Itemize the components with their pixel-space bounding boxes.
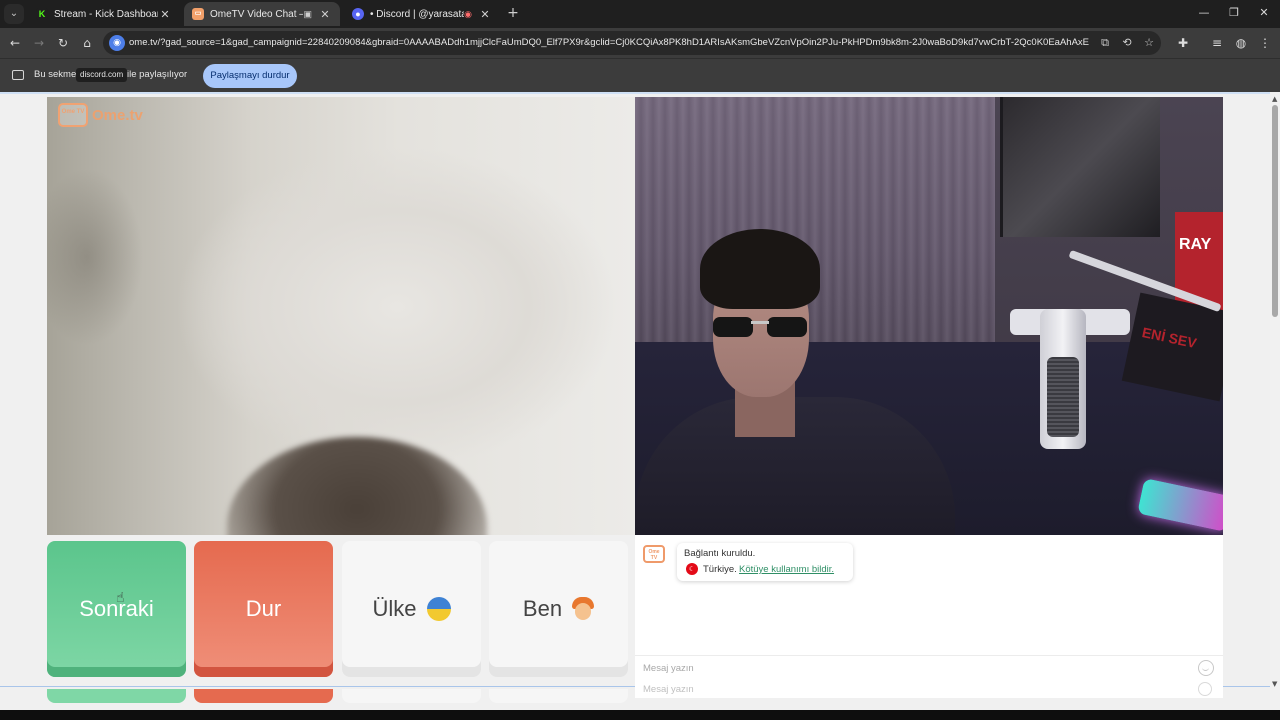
close-tab-icon[interactable]: ✕ bbox=[318, 8, 332, 21]
stop-label: Dur bbox=[245, 596, 282, 621]
restore-icon[interactable]: ❐ bbox=[1224, 6, 1244, 19]
blur-shadow bbox=[47, 137, 167, 397]
url-text[interactable]: ome.tv/?gad_source=1&gad_campaignid=2284… bbox=[129, 31, 1089, 55]
country-label: Ülke bbox=[372, 596, 417, 621]
screen-share-icon bbox=[12, 70, 24, 80]
close-window-icon[interactable]: ✕ bbox=[1254, 6, 1274, 19]
stop-sharing-button[interactable]: Paylaşmayı durdur bbox=[203, 64, 297, 88]
curtain bbox=[635, 97, 995, 347]
media-controls-icon[interactable]: ≡ bbox=[1209, 35, 1225, 51]
scroll-thumb[interactable] bbox=[1272, 105, 1278, 317]
toolbar: ← → ↻ ⌂ ◉ ome.tv/?gad_source=1&gad_campa… bbox=[0, 28, 1280, 58]
scroll-up-icon[interactable]: ▲ bbox=[1272, 95, 1277, 103]
site-info-icon[interactable]: ◉ bbox=[109, 35, 125, 51]
message-input[interactable] bbox=[643, 656, 1183, 680]
discord-icon: ● bbox=[352, 8, 364, 20]
share-site-chip: discord.com bbox=[76, 68, 128, 82]
tab-discord[interactable]: ● • Discord | @yarasata ◉ ✕ bbox=[344, 2, 500, 26]
forward-icon[interactable]: → bbox=[31, 35, 47, 51]
tv-logo-icon: Ome TV bbox=[58, 103, 88, 127]
partner-country: Türkiye. bbox=[703, 564, 737, 575]
local-video: Ome TV Ome.tv bbox=[47, 97, 635, 535]
emoji-picker-icon[interactable] bbox=[1198, 660, 1214, 676]
me-label: Ben bbox=[522, 596, 563, 621]
tab-search-menu-button[interactable]: ⌄ bbox=[4, 4, 24, 24]
system-message: Bağlantı kuruldu. ☾ Türkiye. Kötüye kull… bbox=[677, 543, 853, 581]
next-button[interactable]: Sonraki bbox=[47, 541, 186, 677]
recording-icon: ◉ bbox=[464, 8, 472, 19]
home-icon[interactable]: ⌂ bbox=[79, 35, 95, 51]
local-user-head bbox=[227, 437, 487, 535]
tab-strip: ⌄ K Stream - Kick Dashboard ✕ ▭ OmeTV Vi… bbox=[0, 0, 1280, 28]
back-icon[interactable]: ← bbox=[7, 35, 23, 51]
ometv-logo[interactable]: Ome TV Ome.tv bbox=[58, 103, 143, 127]
message-bar-ghost: Mesaj yazın bbox=[635, 682, 1223, 698]
person-hair bbox=[700, 229, 820, 309]
logo-text: Ome.tv bbox=[92, 106, 143, 124]
stop-button[interactable]: Dur bbox=[194, 541, 333, 677]
tab-title: Stream - Kick Dashboard bbox=[54, 8, 158, 20]
country-button-ghost bbox=[342, 689, 481, 703]
tab-ometv[interactable]: ▭ OmeTV Video Chat — Ome ▣ ✕ bbox=[184, 2, 340, 26]
bookmark-star-icon[interactable]: ☆ bbox=[1141, 35, 1157, 51]
ghost-emoji-icon bbox=[1198, 682, 1212, 696]
remote-video: RAY ENİ SEV bbox=[635, 97, 1223, 535]
kick-icon: K bbox=[36, 8, 48, 20]
reload-icon[interactable]: ↻ bbox=[55, 35, 71, 51]
country-filter-button[interactable]: Ülke bbox=[342, 541, 481, 677]
next-button-ghost bbox=[47, 689, 186, 703]
ometv-page: Ome TV Ome.tv RAY ENİ SEV Ome TV Bağlant… bbox=[0, 92, 1270, 710]
stop-button-ghost bbox=[194, 689, 333, 703]
mic-grill bbox=[1047, 357, 1079, 437]
mouse-cursor-icon: ☝ bbox=[116, 590, 125, 606]
boy-emoji-icon bbox=[572, 597, 595, 621]
install-app-icon[interactable]: ⧉ bbox=[1097, 35, 1113, 51]
me-button-ghost bbox=[489, 689, 628, 703]
ghost-message-placeholder: Mesaj yazın bbox=[643, 684, 694, 695]
share-suffix: ile paylaşılıyor bbox=[127, 69, 188, 80]
close-tab-icon[interactable]: ✕ bbox=[158, 8, 172, 21]
ukraine-flag-icon bbox=[426, 597, 451, 621]
turkey-flag-icon: ☾ bbox=[686, 563, 698, 575]
extensions-icon[interactable]: ✚ bbox=[1175, 35, 1191, 51]
screen-share-indicator-icon: ▣ bbox=[303, 8, 312, 19]
ometv-icon: ▭ bbox=[192, 8, 204, 20]
profile-avatar-icon[interactable]: ◍ bbox=[1233, 35, 1249, 51]
bottom-edge bbox=[0, 710, 1280, 720]
tab-title: OmeTV Video Chat — Ome bbox=[210, 8, 303, 20]
message-bar bbox=[635, 655, 1223, 680]
scroll-down-icon[interactable]: ▼ bbox=[1272, 680, 1277, 688]
me-gender-button[interactable]: Ben bbox=[489, 541, 628, 677]
tab-kick-dashboard[interactable]: K Stream - Kick Dashboard ✕ bbox=[28, 2, 180, 26]
tab-title: • Discord | @yarasata bbox=[370, 8, 465, 20]
wall-poster bbox=[1000, 97, 1160, 237]
close-tab-icon[interactable]: ✕ bbox=[478, 8, 492, 21]
address-bar[interactable]: ◉ ome.tv/?gad_source=1&gad_campaignid=22… bbox=[103, 31, 1161, 55]
sunglasses bbox=[713, 317, 807, 337]
translate-icon[interactable]: ⟲ bbox=[1119, 35, 1135, 51]
minimize-icon[interactable]: — bbox=[1194, 6, 1214, 19]
tab-sharing-bar: Bu sekme discord.com ile paylaşılıyor Pa… bbox=[0, 58, 1280, 92]
connection-status: Bağlantı kuruldu. bbox=[684, 548, 756, 559]
new-tab-button[interactable]: + bbox=[505, 5, 521, 21]
share-prefix: Bu sekme bbox=[34, 69, 77, 80]
report-abuse-link[interactable]: Kötüye kullanımı bildir. bbox=[739, 564, 834, 575]
ometv-chat-icon: Ome TV bbox=[643, 545, 665, 563]
more-menu-icon[interactable]: ⋮ bbox=[1257, 35, 1273, 51]
